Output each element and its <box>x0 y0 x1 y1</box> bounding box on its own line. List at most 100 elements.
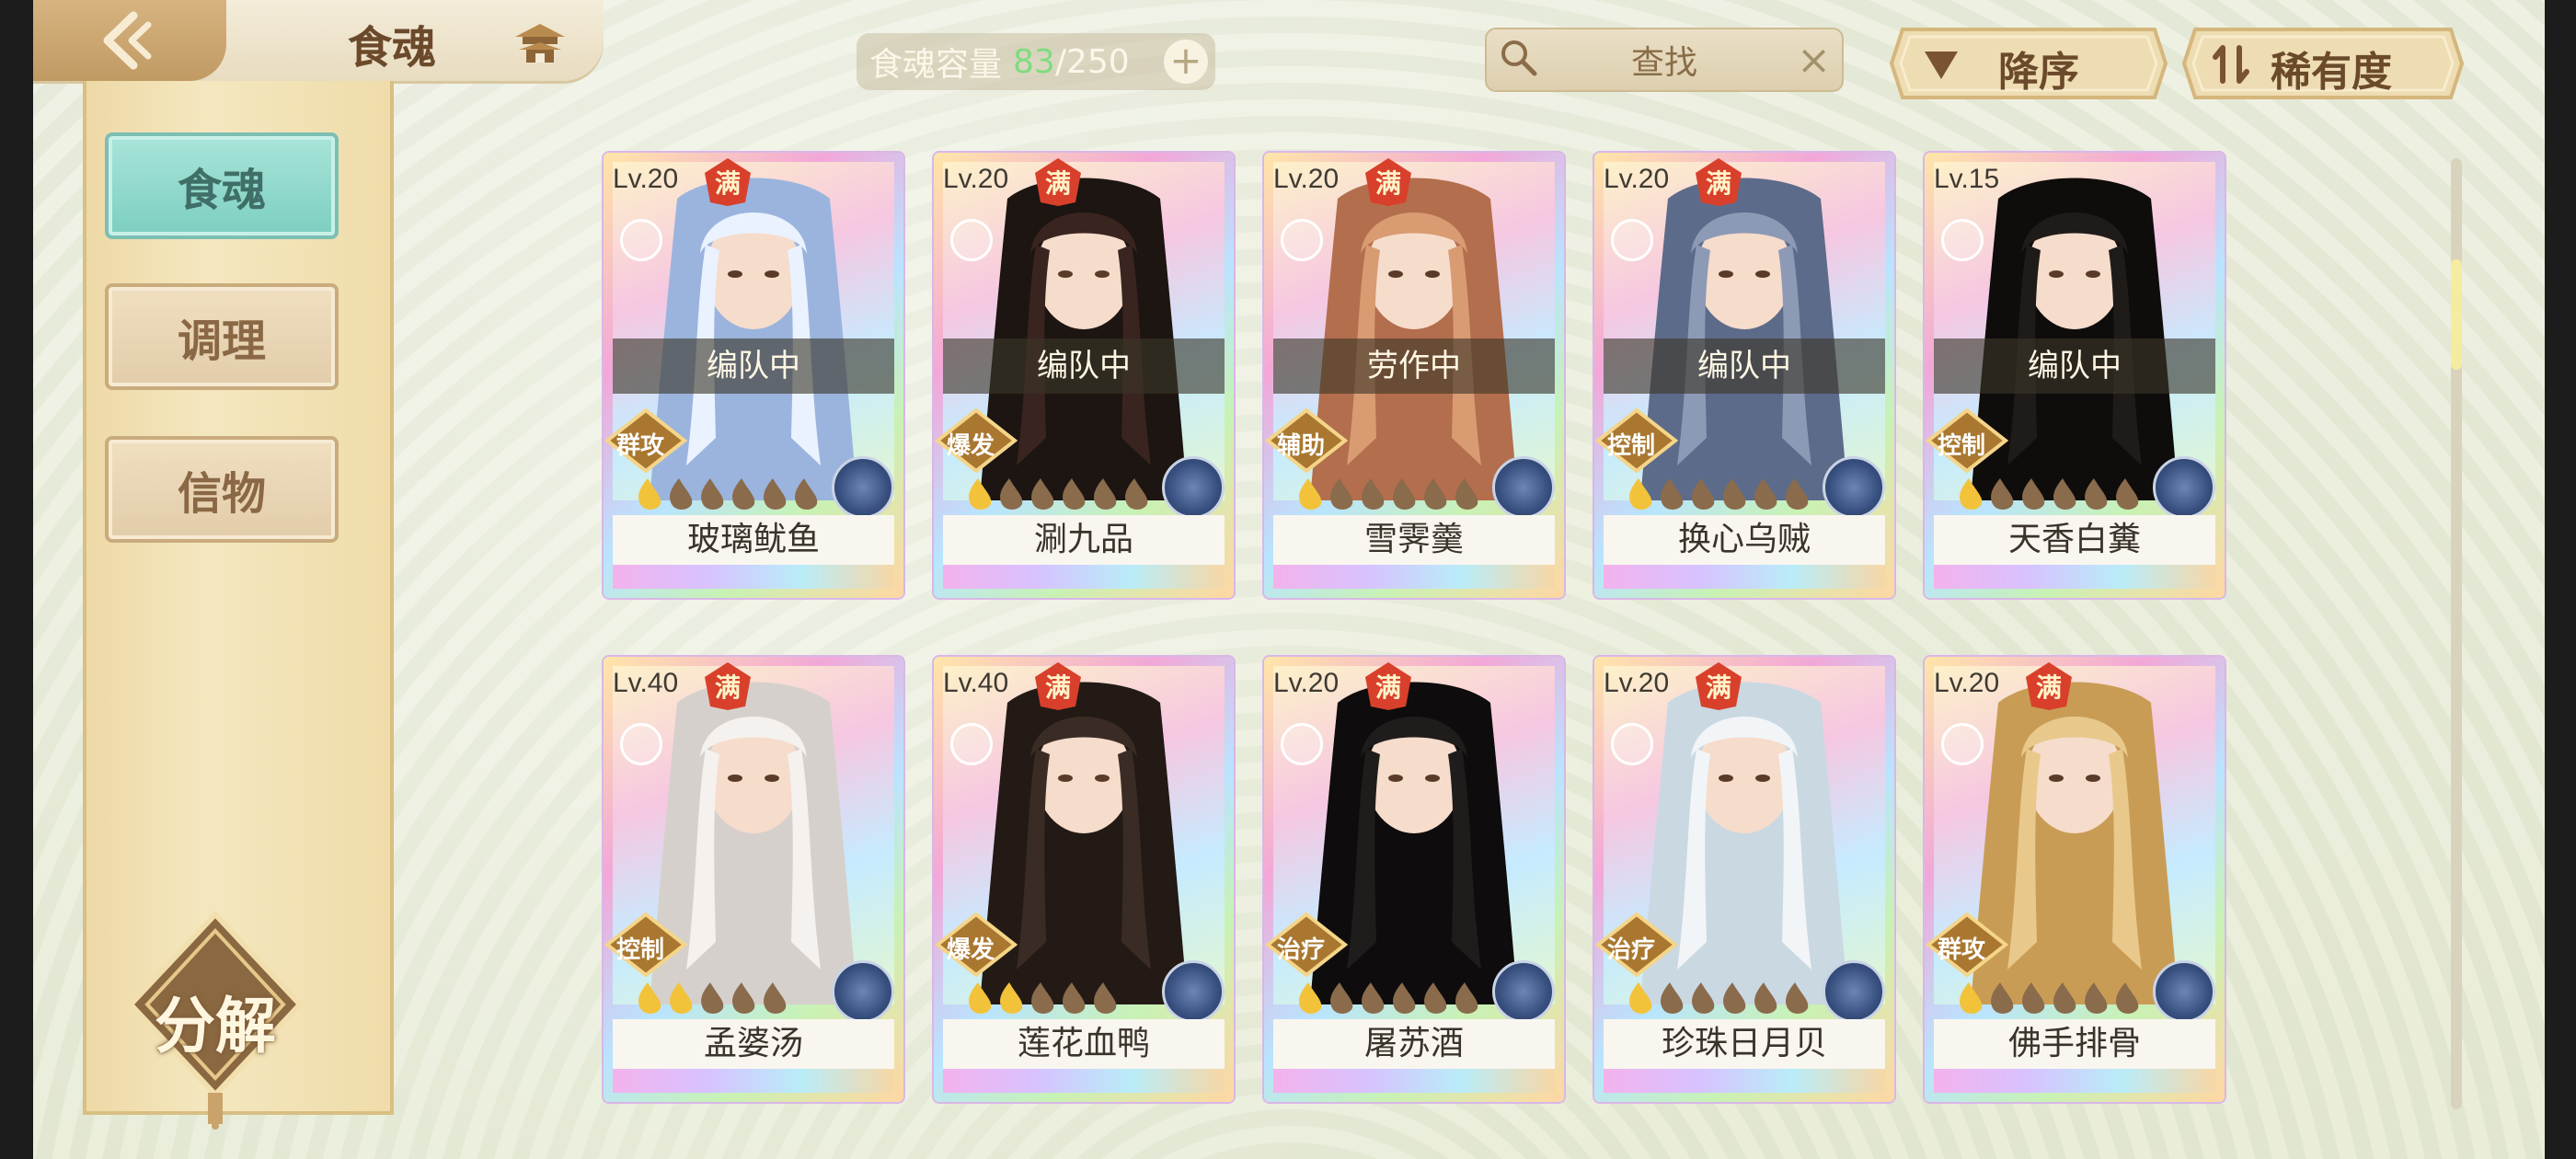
star-filled-icon <box>1000 982 1023 1014</box>
star-filled-icon <box>1299 478 1322 510</box>
role-text: 爆发 <box>947 936 995 964</box>
level-label: Lv.20 <box>613 164 679 194</box>
food-soul-card[interactable]: Lv.20 满 治疗 屠苏酒 <box>1264 657 1564 1102</box>
food-soul-card[interactable]: 编队中 Lv.20 满 控制 换心乌贼 <box>1594 153 1894 598</box>
star-empty-icon <box>1424 478 1447 510</box>
sort-rarity-label: 稀有度 <box>2271 49 2392 96</box>
side-panel: 食魂 调理 信物 分解 <box>83 81 394 1130</box>
decompose-button[interactable]: 分解 <box>123 909 307 1130</box>
element-emblem-icon <box>832 960 894 1023</box>
card-footer-stripe <box>943 1069 1225 1093</box>
level-label: Lv.20 <box>1604 668 1670 698</box>
sort-rarity-button[interactable]: 稀有度 <box>2180 24 2466 103</box>
role-badge: 控制 <box>1925 407 2009 474</box>
star-empty-icon <box>1094 478 1117 510</box>
star-empty-icon <box>1754 478 1777 510</box>
star-filled-icon <box>1629 478 1652 510</box>
star-filled-icon <box>638 982 661 1014</box>
card-footer-stripe <box>943 565 1225 589</box>
max-level-badge: 满 <box>705 662 751 710</box>
add-capacity-button[interactable]: + <box>1164 40 1208 84</box>
star-empty-icon <box>764 478 787 510</box>
element-emblem-icon <box>1492 960 1555 1023</box>
pagoda-home-icon <box>515 24 565 63</box>
star-empty-icon <box>1723 478 1746 510</box>
search-input[interactable]: 查找 × <box>1485 28 1844 92</box>
star-filled-icon <box>638 478 661 510</box>
max-level-badge: 满 <box>1365 158 1411 206</box>
back-arrow-icon <box>103 11 152 70</box>
level-label: Lv.20 <box>1604 164 1670 194</box>
star-empty-icon <box>1661 478 1684 510</box>
star-empty-icon <box>2053 982 2076 1014</box>
star-empty-icon <box>2022 478 2045 510</box>
max-badge-text: 满 <box>2035 672 2062 703</box>
food-soul-card[interactable]: Lv.20 满 治疗 珍珠日月贝 <box>1594 657 1894 1102</box>
role-text: 群攻 <box>1938 936 1986 964</box>
stamp-icon <box>1941 723 1984 765</box>
swap-sort-icon <box>2213 45 2249 84</box>
decompose-label: 分解 <box>155 990 276 1061</box>
role-text: 群攻 <box>616 432 665 460</box>
role-text: 爆发 <box>947 432 995 460</box>
star-empty-icon <box>1063 982 1086 1014</box>
star-empty-icon <box>1692 478 1715 510</box>
food-soul-card[interactable]: 编队中 Lv.20 满 群攻 玻璃鱿鱼 <box>604 153 903 598</box>
tab-food-souls[interactable]: 食魂 <box>105 132 339 239</box>
tab-tokens[interactable]: 信物 <box>105 436 339 543</box>
level-label: Lv.20 <box>1934 668 2000 698</box>
card-footer-stripe <box>613 1069 894 1093</box>
star-empty-icon <box>1000 478 1023 510</box>
star-empty-icon <box>1692 982 1715 1014</box>
role-badge: 群攻 <box>1925 912 2009 978</box>
food-soul-card[interactable]: 编队中 Lv.20 满 爆发 涮九品 <box>934 153 1234 598</box>
food-soul-card[interactable]: 劳作中 Lv.20 满 辅助 雪霁羹 <box>1264 153 1564 598</box>
status-banner: 编队中 <box>1604 339 1885 394</box>
food-soul-card[interactable]: Lv.40 满 控制 孟婆汤 <box>604 657 903 1102</box>
role-badge: 辅助 <box>1264 407 1349 474</box>
character-name: 珍珠日月贝 <box>1604 1019 1885 1069</box>
scrollbar[interactable] <box>2451 158 2462 1109</box>
role-text: 控制 <box>1607 432 1656 460</box>
role-text: 控制 <box>616 936 665 964</box>
back-button[interactable] <box>33 0 226 81</box>
role-badge: 群攻 <box>604 407 688 474</box>
level-label: Lv.15 <box>1934 164 2000 194</box>
max-badge-text: 满 <box>1705 168 1731 199</box>
level-label: Lv.20 <box>1273 164 1340 194</box>
role-badge: 治疗 <box>1264 912 1349 978</box>
max-level-badge: 满 <box>1365 662 1411 710</box>
character-name: 佛手排骨 <box>1934 1019 2215 1069</box>
role-text: 治疗 <box>1607 936 1656 964</box>
star-empty-icon <box>2053 478 2076 510</box>
star-filled-icon <box>969 478 992 510</box>
star-empty-icon <box>1455 982 1478 1014</box>
star-empty-icon <box>1455 478 1478 510</box>
tab-conditioning[interactable]: 调理 <box>105 283 339 390</box>
capacity-count: 83 <box>1013 42 1055 81</box>
stamp-icon <box>1941 219 1984 261</box>
home-button[interactable] <box>512 17 569 68</box>
role-text: 治疗 <box>1277 936 1326 964</box>
food-soul-card[interactable]: 编队中 Lv.15 控制 天香白糞 <box>1925 153 2225 598</box>
stamp-icon <box>1281 723 1323 765</box>
scrollbar-thumb[interactable] <box>2451 259 2462 370</box>
star-empty-icon <box>1362 478 1385 510</box>
search-clear-button[interactable]: × <box>1797 37 1831 84</box>
star-empty-icon <box>1125 478 1148 510</box>
food-soul-card[interactable]: Lv.40 满 爆发 莲花血鸭 <box>934 657 1234 1102</box>
star-rating <box>638 982 787 1014</box>
character-name: 换心乌贼 <box>1604 515 1885 565</box>
star-empty-icon <box>2085 478 2108 510</box>
star-filled-icon <box>1299 982 1322 1014</box>
star-empty-icon <box>1330 982 1353 1014</box>
role-badge: 爆发 <box>934 407 1018 474</box>
food-soul-card[interactable]: Lv.20 满 群攻 佛手排骨 <box>1925 657 2225 1102</box>
max-level-badge: 满 <box>1035 662 1081 710</box>
role-text: 辅助 <box>1277 432 1326 460</box>
star-empty-icon <box>1786 982 1809 1014</box>
star-rating <box>969 478 1148 510</box>
sort-order-button[interactable]: 降序 <box>1888 24 2169 103</box>
star-empty-icon <box>2116 478 2139 510</box>
stamp-icon <box>620 219 662 261</box>
